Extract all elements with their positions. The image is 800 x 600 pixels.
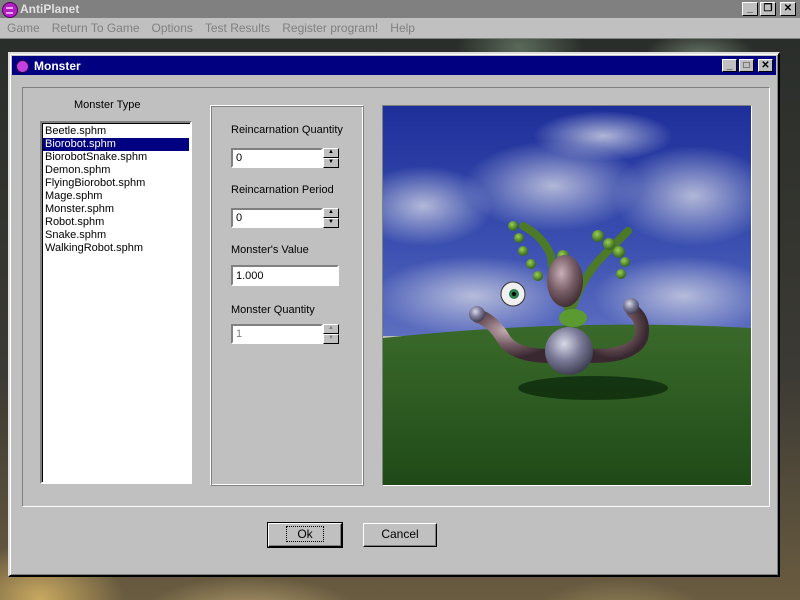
list-item[interactable]: Beetle.sphm xyxy=(43,125,189,138)
reincarnation-quantity-input[interactable]: 0 xyxy=(231,148,323,168)
spin-down-icon[interactable]: ▼ xyxy=(323,218,339,228)
list-item[interactable]: FlyingBiorobot.sphm xyxy=(43,177,189,190)
monster-quantity-input[interactable]: 1 xyxy=(231,324,323,344)
list-item[interactable]: Demon.sphm xyxy=(43,164,189,177)
spin-down-icon[interactable]: ▼ xyxy=(323,334,339,344)
monster-dialog: Monster _ □ ✕ Monster Type Beetle.sphm Bi… xyxy=(8,52,780,577)
app-titlebar: AntiPlanet _ ❐ ✕ xyxy=(0,0,800,18)
list-item[interactable]: Robot.sphm xyxy=(43,216,189,229)
spin-up-icon[interactable]: ▲ xyxy=(323,208,339,218)
spin-buttons: ▲ ▼ xyxy=(323,148,339,168)
menu-test-results[interactable]: Test Results xyxy=(200,21,275,35)
menu-options[interactable]: Options xyxy=(147,21,198,35)
reincarnation-period-input[interactable]: 0 xyxy=(231,208,323,228)
restore-icon[interactable]: ❐ xyxy=(760,2,776,16)
monster-value-label: Monster's Value xyxy=(231,244,309,256)
reincarnation-quantity-spinner: 0 ▲ ▼ xyxy=(231,148,339,168)
reincarnation-period-spinner: 0 ▲ ▼ xyxy=(231,208,339,228)
spin-buttons: ▲ ▼ xyxy=(323,208,339,228)
dialog-titlebar[interactable]: Monster _ □ ✕ xyxy=(12,56,776,75)
dialog-icon[interactable] xyxy=(16,60,29,73)
list-item[interactable]: BiorobotSnake.sphm xyxy=(43,151,189,164)
monster-quantity-label: Monster Quantity xyxy=(231,304,315,316)
close-icon[interactable]: ✕ xyxy=(780,2,796,16)
dialog-title: Monster xyxy=(34,59,81,73)
menu-help[interactable]: Help xyxy=(385,21,420,35)
spin-up-icon[interactable]: ▲ xyxy=(323,148,339,158)
monster-type-listbox[interactable]: Beetle.sphm Biorobot.sphm BiorobotSnake.sp… xyxy=(40,121,192,484)
spin-up-icon[interactable]: ▲ xyxy=(323,324,339,334)
list-item[interactable]: Mage.sphm xyxy=(43,190,189,203)
monster-type-list: Beetle.sphm Biorobot.sphm BiorobotSnake.sp… xyxy=(42,123,190,255)
monster-type-label: Monster Type xyxy=(74,99,141,111)
cancel-button[interactable]: Cancel xyxy=(363,523,437,547)
minimize-icon[interactable]: _ xyxy=(742,2,758,16)
list-item[interactable]: Snake.sphm xyxy=(43,229,189,242)
menu-game[interactable]: Game xyxy=(2,21,45,35)
monster-preview-image xyxy=(383,106,751,485)
menu-return-to-game[interactable]: Return To Game xyxy=(47,21,145,35)
reincarnation-period-label: Reincarnation Period xyxy=(231,184,334,196)
spin-down-icon[interactable]: ▼ xyxy=(323,158,339,168)
dialog-window-controls: _ □ ✕ xyxy=(722,59,773,72)
monster-preview xyxy=(382,105,752,486)
reincarnation-quantity-label: Reincarnation Quantity xyxy=(231,124,343,136)
app-icon[interactable] xyxy=(2,2,18,18)
close-icon[interactable]: ✕ xyxy=(758,59,773,72)
menubar: Game Return To Game Options Test Results… xyxy=(0,18,800,39)
app-window-controls: _ ❐ ✕ xyxy=(742,2,796,16)
minimize-icon[interactable]: _ xyxy=(722,59,737,72)
list-item[interactable]: WalkingRobot.sphm xyxy=(43,242,189,255)
app-title: AntiPlanet xyxy=(20,2,80,16)
ok-button-label: Ok xyxy=(286,526,324,542)
list-item[interactable]: Biorobot.sphm xyxy=(43,138,189,151)
list-item[interactable]: Monster.sphm xyxy=(43,203,189,216)
spin-buttons: ▲ ▼ xyxy=(323,324,339,344)
ok-button[interactable]: Ok xyxy=(267,522,343,548)
monster-value-input[interactable]: 1.000 xyxy=(231,265,339,286)
monster-quantity-spinner: 1 ▲ ▼ xyxy=(231,324,339,344)
maximize-icon[interactable]: □ xyxy=(739,59,754,72)
menu-register-program[interactable]: Register program! xyxy=(277,21,383,35)
